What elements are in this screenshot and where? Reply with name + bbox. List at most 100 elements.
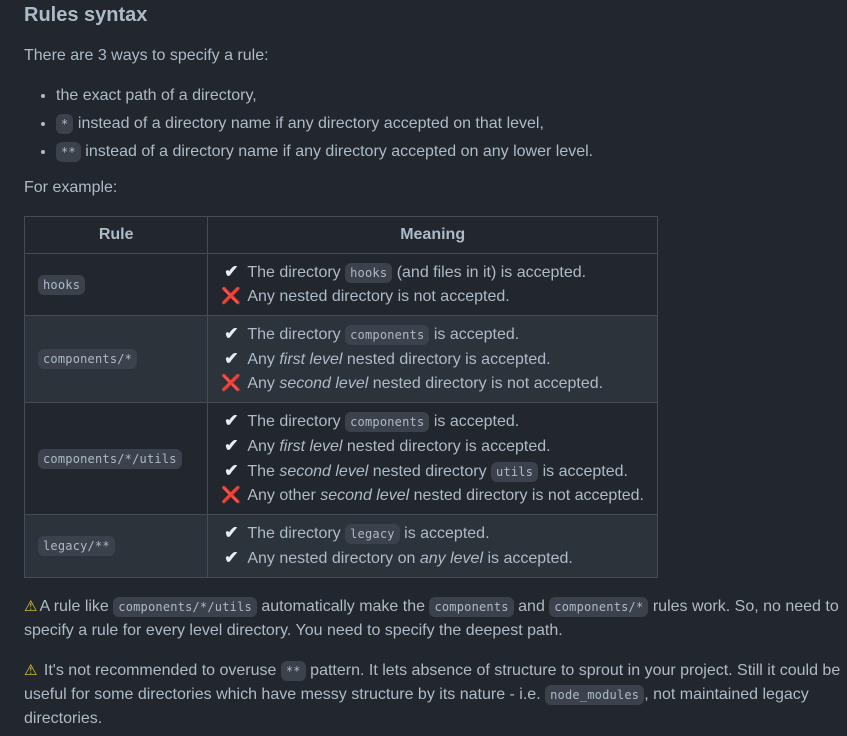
text-segment: is accepted. xyxy=(483,550,573,567)
rule-code: components/* xyxy=(38,349,138,369)
list-item-text: instead of a directory name if any direc… xyxy=(80,143,594,160)
inline-code: components/*/utils xyxy=(113,597,257,617)
inline-code: ** xyxy=(56,142,81,162)
check-mark-icon: ✔ xyxy=(224,436,239,455)
inline-code: ** xyxy=(280,661,306,681)
inline-code: * xyxy=(56,114,74,134)
text-segment: (and files in it) is accepted. xyxy=(392,264,587,281)
table-row: components/*/utils ✔ The directory compone… xyxy=(23,402,658,515)
meaning-cell: ✔ The directory components is accepted. ✔ A… xyxy=(207,315,658,403)
inline-code: utils xyxy=(491,462,539,482)
emphasis-text: second level xyxy=(279,463,369,480)
rule-cell: components/* xyxy=(23,315,209,403)
emphasis-text: first level xyxy=(279,351,343,368)
meaning-cell: ✔ The directory components is accepted. ✔ A… xyxy=(207,402,658,515)
emphasis-text: first level xyxy=(279,438,343,455)
meaning-line: ✔ The directory legacy is accepted. xyxy=(221,521,644,546)
table-row: legacy/** ✔ The directory legacy is accept… xyxy=(23,514,658,578)
text-segment: Any nested directory is not accepted. xyxy=(247,288,510,305)
meaning-cell: ✔ The directory legacy is accepted. ✔ Any n… xyxy=(207,514,658,578)
text-segment: Any other xyxy=(247,487,321,504)
text-segment: and xyxy=(513,598,550,615)
meaning-line: ❌ Any other second level nested directory… xyxy=(221,484,644,508)
check-mark-icon: ✔ xyxy=(224,461,239,480)
emphasis-text: second level xyxy=(320,487,410,504)
text-segment: Any xyxy=(247,351,280,368)
ways-list: the exact path of a directory, * instead… xyxy=(24,84,847,164)
text-segment: The directory xyxy=(247,326,346,343)
rules-table: Rule Meaning hooks ✔ The directory hooks (… xyxy=(23,216,658,578)
rule-code: legacy/** xyxy=(38,536,115,556)
text-segment: nested directory is accepted. xyxy=(342,438,551,455)
rule-cell: hooks xyxy=(23,253,209,316)
text-segment: Any xyxy=(247,375,280,392)
text-segment: is accepted. xyxy=(399,525,490,542)
meaning-cell: ✔ The directory hooks (and files in it) i… xyxy=(207,253,658,316)
cross-mark-icon: ❌ xyxy=(221,375,242,392)
text-segment: automatically make the xyxy=(256,598,430,615)
check-mark-icon: ✔ xyxy=(224,262,239,281)
cross-mark-icon: ❌ xyxy=(221,288,242,305)
list-item-text: instead of a directory name if any direc… xyxy=(73,115,544,132)
rule-code: hooks xyxy=(38,274,86,295)
list-item: ** instead of a directory name if any di… xyxy=(56,140,847,164)
list-item: * instead of a directory name if any dir… xyxy=(56,112,847,136)
text-segment: nested directory is not accepted. xyxy=(409,487,644,504)
cross-mark-icon: ❌ xyxy=(221,487,242,504)
inline-code: legacy xyxy=(345,524,400,544)
list-item: the exact path of a directory, xyxy=(56,84,847,108)
table-header-row: Rule Meaning xyxy=(23,216,658,254)
text-segment: The xyxy=(247,463,280,480)
document: Rules syntax There are 3 ways to specify… xyxy=(0,0,847,731)
text-segment: It's not recommended to overuse xyxy=(39,662,281,679)
text-segment: nested directory is not accepted. xyxy=(368,375,604,392)
text-segment: Any nested directory on xyxy=(247,550,420,567)
meaning-line: ❌ Any second level nested directory is no… xyxy=(221,372,644,396)
rule-cell: legacy/** xyxy=(23,514,209,578)
meaning-line: ❌ Any nested directory is not accepted. xyxy=(221,285,644,309)
meaning-line: ✔ The directory components is accepted. xyxy=(221,322,644,347)
meaning-line: ✔ Any first level nested directory is acc… xyxy=(221,434,644,459)
check-mark-icon: ✔ xyxy=(224,548,239,567)
section-heading: Rules syntax xyxy=(24,4,148,26)
meaning-line: ✔ The second level nested directory utils… xyxy=(221,459,644,484)
text-segment: Any xyxy=(247,438,280,455)
rule-code: components/*/utils xyxy=(38,448,182,469)
warning-note: ⚠ A rule like components/*/utils automati… xyxy=(24,595,844,643)
text-segment: is accepted. xyxy=(538,463,628,480)
text-segment: is accepted. xyxy=(429,326,520,343)
check-mark-icon: ✔ xyxy=(224,411,239,430)
text-segment: A rule like xyxy=(39,598,114,615)
inline-code: components xyxy=(429,597,514,617)
check-mark-icon: ✔ xyxy=(224,324,239,343)
meaning-line: ✔ Any nested directory on any level is ac… xyxy=(221,546,644,571)
intro-text: There are 3 ways to specify a rule: xyxy=(24,47,269,64)
warning-icon: ⚠ xyxy=(24,598,38,615)
rule-cell: components/*/utils xyxy=(23,402,209,515)
meaning-line: ✔ The directory hooks (and files in it) i… xyxy=(221,260,644,285)
inline-code: components xyxy=(345,412,430,432)
text-segment: The directory xyxy=(247,264,346,281)
inline-code: components/* xyxy=(549,597,649,617)
text-segment: The directory xyxy=(247,525,346,542)
text-segment: nested directory xyxy=(368,463,492,480)
emphasis-text: second level xyxy=(279,375,369,392)
text-segment: is accepted. xyxy=(429,413,520,430)
text-segment: nested directory is accepted. xyxy=(342,351,551,368)
column-header-meaning: Meaning xyxy=(207,216,658,254)
inline-code: hooks xyxy=(345,263,393,283)
emphasis-text: any level xyxy=(419,550,484,567)
inline-code: node_modules xyxy=(545,685,645,705)
table-row: components/* ✔ The directory components is… xyxy=(23,315,658,403)
check-mark-icon: ✔ xyxy=(224,349,239,368)
column-header-rule: Rule xyxy=(23,216,209,254)
warning-note: ⚠ It's not recommended to overuse ** pat… xyxy=(24,659,844,731)
check-mark-icon: ✔ xyxy=(224,523,239,542)
meaning-line: ✔ The directory components is accepted. xyxy=(221,409,644,434)
table-row: hooks ✔ The directory hooks (and files in … xyxy=(23,253,658,316)
inline-code: components xyxy=(345,325,430,345)
warning-icon: ⚠ xyxy=(24,662,38,679)
example-label: For example: xyxy=(24,179,118,196)
meaning-line: ✔ Any first level nested directory is acc… xyxy=(221,347,644,372)
text-segment: The directory xyxy=(247,413,346,430)
